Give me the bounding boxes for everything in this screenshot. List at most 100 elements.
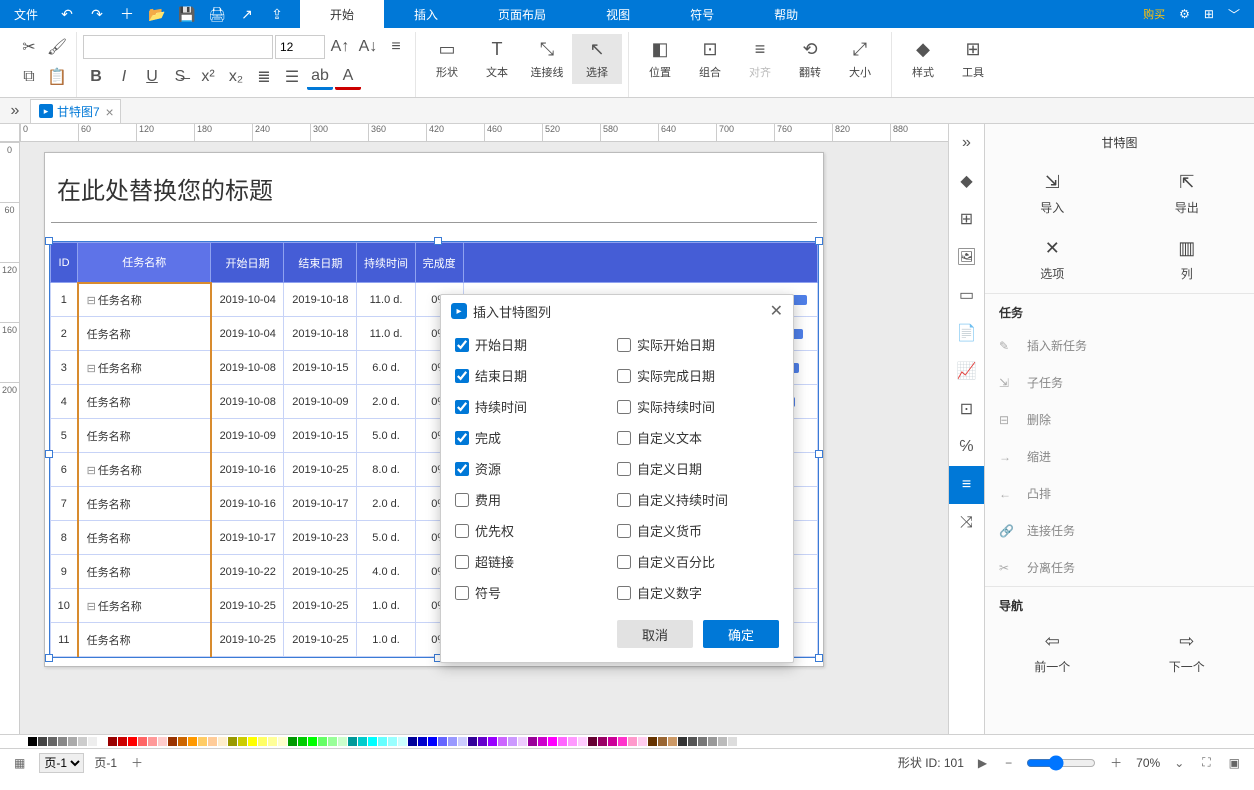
color-swatch[interactable] [448, 737, 457, 746]
color-swatch[interactable] [588, 737, 597, 746]
format-painter-icon[interactable]: 🖌 [44, 34, 70, 60]
color-swatch[interactable] [38, 737, 47, 746]
color-swatch[interactable] [138, 737, 147, 746]
color-swatch[interactable] [298, 737, 307, 746]
buy-link[interactable]: 购买 [1143, 6, 1165, 22]
color-swatch[interactable] [208, 737, 217, 746]
color-swatch[interactable] [368, 737, 377, 746]
tool-btn[interactable]: ⊞工具 [948, 34, 998, 84]
color-swatch[interactable] [458, 737, 467, 746]
color-swatch[interactable] [148, 737, 157, 746]
color-swatch[interactable] [358, 737, 367, 746]
play-icon[interactable]: ▶ [974, 756, 991, 770]
superscript-icon[interactable]: x² [195, 64, 221, 90]
color-swatch[interactable] [558, 737, 567, 746]
strike-icon[interactable]: S̶ [167, 64, 193, 90]
copy-icon[interactable]: ⧉ [16, 64, 42, 90]
color-swatch[interactable] [378, 737, 387, 746]
color-swatch[interactable] [528, 737, 537, 746]
task-action-6[interactable]: ✂分离任务 [985, 549, 1254, 586]
chart-icon[interactable]: 📈 [949, 352, 984, 390]
checkbox-dlg-right-5[interactable]: 自定义持续时间 [617, 490, 779, 509]
color-swatch[interactable] [408, 737, 417, 746]
group-btn[interactable]: ⊡组合 [685, 34, 735, 84]
color-swatch[interactable] [168, 737, 177, 746]
fullscreen-icon[interactable]: ⛶ [1198, 755, 1214, 770]
color-swatch[interactable] [728, 737, 737, 746]
value-icon[interactable]: ℅ [949, 428, 984, 466]
connector-tool[interactable]: ⤡连接线 [522, 34, 572, 84]
table-icon[interactable]: ⊡ [949, 390, 984, 428]
grow-font-icon[interactable]: A↑ [327, 34, 353, 60]
align-btn[interactable]: ≡对齐 [735, 34, 785, 84]
file-menu[interactable]: 文件 [0, 0, 52, 28]
menu-tab-3[interactable]: 视图 [576, 0, 660, 28]
color-swatch[interactable] [668, 737, 677, 746]
color-swatch[interactable] [648, 737, 657, 746]
align-icon[interactable]: ≡ [383, 34, 409, 60]
checkbox-dlg-left-7[interactable]: 超链接 [455, 552, 617, 571]
menu-tab-2[interactable]: 页面布局 [468, 0, 576, 28]
color-swatch[interactable] [178, 737, 187, 746]
color-swatch[interactable] [438, 737, 447, 746]
color-swatch[interactable] [708, 737, 717, 746]
tab-overflow-icon[interactable]: » [0, 102, 30, 120]
task-action-3[interactable]: →缩进 [985, 438, 1254, 475]
zoom-slider[interactable] [1026, 755, 1096, 771]
color-swatch[interactable] [118, 737, 127, 746]
color-swatch[interactable] [328, 737, 337, 746]
save-icon[interactable]: 💾 [172, 0, 202, 28]
zoom-out-icon[interactable]: − [1001, 756, 1016, 770]
color-swatch[interactable] [238, 737, 247, 746]
grid-icon[interactable]: ⊞ [949, 200, 984, 238]
checkbox-dlg-left-4[interactable]: 资源 [455, 459, 617, 478]
color-swatch[interactable] [568, 737, 577, 746]
color-swatch[interactable] [498, 737, 507, 746]
menu-tab-1[interactable]: 插入 [384, 0, 468, 28]
checkbox-dlg-right-1[interactable]: 实际完成日期 [617, 366, 779, 385]
chevron-down-icon[interactable]: ⌄ [1170, 756, 1188, 770]
image-icon[interactable]: 🖼 [949, 238, 984, 276]
underline-icon[interactable]: U [139, 64, 165, 90]
color-swatch[interactable] [688, 737, 697, 746]
cancel-button[interactable]: 取消 [617, 620, 693, 648]
menu-tab-4[interactable]: 符号 [660, 0, 744, 28]
settings-icon[interactable]: ⚙ [1179, 7, 1190, 21]
color-swatch[interactable] [218, 737, 227, 746]
color-swatch[interactable] [608, 737, 617, 746]
task-action-4[interactable]: ←凸排 [985, 475, 1254, 512]
column-button[interactable]: ▥列 [1120, 227, 1254, 293]
color-swatch[interactable] [638, 737, 647, 746]
shrink-font-icon[interactable]: A↓ [355, 34, 381, 60]
export-icon[interactable]: ↗ [232, 0, 262, 28]
import-button[interactable]: ⇲导入 [985, 161, 1120, 227]
zoom-in-icon[interactable]: ＋ [1106, 754, 1126, 771]
checkbox-dlg-left-5[interactable]: 费用 [455, 490, 617, 509]
checkbox-dlg-right-7[interactable]: 自定义百分比 [617, 552, 779, 571]
font-select[interactable] [83, 35, 273, 59]
color-palette[interactable] [0, 734, 1254, 748]
color-swatch[interactable] [388, 737, 397, 746]
fill-icon[interactable]: ◆ [949, 162, 984, 200]
color-swatch[interactable] [488, 737, 497, 746]
color-swatch[interactable] [348, 737, 357, 746]
checkbox-dlg-right-3[interactable]: 自定义文本 [617, 428, 779, 447]
cut-icon[interactable]: ✂ [16, 34, 42, 60]
color-swatch[interactable] [198, 737, 207, 746]
color-swatch[interactable] [248, 737, 257, 746]
task-action-0[interactable]: ✎插入新任务 [985, 327, 1254, 364]
color-swatch[interactable] [478, 737, 487, 746]
color-swatch[interactable] [508, 737, 517, 746]
task-action-5[interactable]: 🔗连接任务 [985, 512, 1254, 549]
color-swatch[interactable] [418, 737, 427, 746]
size-btn[interactable]: ⤢大小 [835, 34, 885, 84]
italic-icon[interactable]: I [111, 64, 137, 90]
color-swatch[interactable] [68, 737, 77, 746]
checkbox-dlg-left-8[interactable]: 符号 [455, 583, 617, 602]
task-action-1[interactable]: ⇲子任务 [985, 364, 1254, 401]
prev-button[interactable]: ⇦前一个 [985, 620, 1120, 686]
close-tab-icon[interactable]: × [106, 104, 114, 120]
document-tab-active[interactable]: ▸ 甘特图7 × [30, 99, 121, 123]
font-color-icon[interactable]: A [335, 64, 361, 90]
color-swatch[interactable] [318, 737, 327, 746]
